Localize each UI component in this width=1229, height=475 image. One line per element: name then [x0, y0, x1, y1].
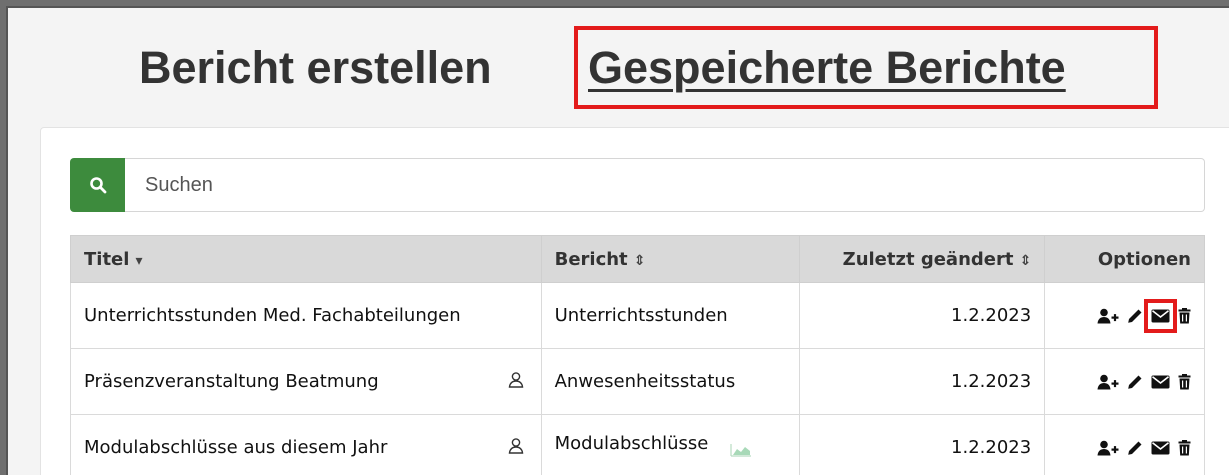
edit-pencil-icon[interactable]: [1127, 440, 1143, 456]
report-title[interactable]: Unterrichtsstunden Med. Fachabteilungen: [84, 305, 461, 326]
cell-title: Präsenzveranstaltung Beatmung: [70, 348, 542, 415]
area-chart-icon: [730, 441, 752, 462]
mail-icon[interactable]: [1151, 441, 1170, 455]
cell-report: Unterrichtsstunden: [540, 282, 801, 349]
search-button[interactable]: [70, 158, 125, 212]
tab-saved-reports[interactable]: Gespeicherte Berichte: [588, 40, 1066, 96]
personal-user-icon: [507, 436, 525, 459]
search-icon: [89, 177, 106, 194]
column-header-options: Optionen: [1044, 235, 1205, 283]
edit-pencil-icon[interactable]: [1127, 374, 1143, 390]
column-header-title[interactable]: Titel ▾: [70, 235, 542, 283]
table-row[interactable]: Präsenzveranstaltung Beatmung Anwesenheit…: [70, 348, 1205, 415]
cell-modified: 1.2.2023: [799, 282, 1046, 349]
cell-title: Unterrichtsstunden Med. Fachabteilungen: [70, 282, 542, 349]
cell-options: [1044, 348, 1205, 415]
saved-reports-table: Titel ▾ Bericht ⇕ Zuletzt geändert ⇕ Option…: [70, 235, 1205, 475]
cell-modified: 1.2.2023: [799, 414, 1046, 475]
page-header: Bericht erstellen Gespeicherte Berichte: [8, 8, 1229, 128]
cell-report: Modulabschlüsse: [540, 414, 801, 475]
report-title[interactable]: Modulabschlüsse aus diesem Jahr: [84, 437, 387, 458]
column-header-report[interactable]: Bericht ⇕: [540, 235, 801, 283]
sort-icon: ⇕: [1019, 252, 1032, 269]
trash-icon[interactable]: [1178, 439, 1191, 456]
trash-icon[interactable]: [1178, 307, 1191, 324]
cell-report: Anwesenheitsstatus: [540, 348, 801, 415]
personal-user-icon: [507, 370, 525, 393]
share-user-icon[interactable]: [1097, 440, 1119, 456]
share-user-icon[interactable]: [1097, 374, 1119, 390]
cell-options: [1044, 282, 1205, 349]
mail-icon[interactable]: [1144, 298, 1177, 333]
search-input[interactable]: [125, 158, 1205, 212]
sort-desc-icon: ▾: [135, 252, 143, 269]
cell-modified: 1.2.2023: [799, 348, 1046, 415]
table-row[interactable]: Modulabschlüsse aus diesem Jahr Modulabsc…: [70, 414, 1205, 475]
column-header-modified[interactable]: Zuletzt geändert ⇕: [799, 235, 1046, 283]
share-user-icon[interactable]: [1097, 308, 1119, 324]
cell-options: [1044, 414, 1205, 475]
trash-icon[interactable]: [1178, 373, 1191, 390]
sort-icon: ⇕: [633, 252, 646, 269]
reports-panel: Titel▾ Bericht⇕ Zuletzt geändert⇕ Option…: [40, 127, 1229, 475]
table-row[interactable]: Unterrichtsstunden Med. Fachabteilungen U…: [70, 282, 1205, 349]
app-frame: Bericht erstellen Gespeicherte Berichte …: [6, 6, 1229, 475]
tab-create-report[interactable]: Bericht erstellen: [139, 40, 492, 96]
mail-icon[interactable]: [1151, 375, 1170, 389]
report-title[interactable]: Präsenzveranstaltung Beatmung: [84, 371, 379, 392]
edit-pencil-icon[interactable]: [1127, 308, 1143, 324]
table-header-row: Titel ▾ Bericht ⇕ Zuletzt geändert ⇕ Option…: [70, 235, 1205, 283]
cell-title: Modulabschlüsse aus diesem Jahr: [70, 414, 542, 475]
